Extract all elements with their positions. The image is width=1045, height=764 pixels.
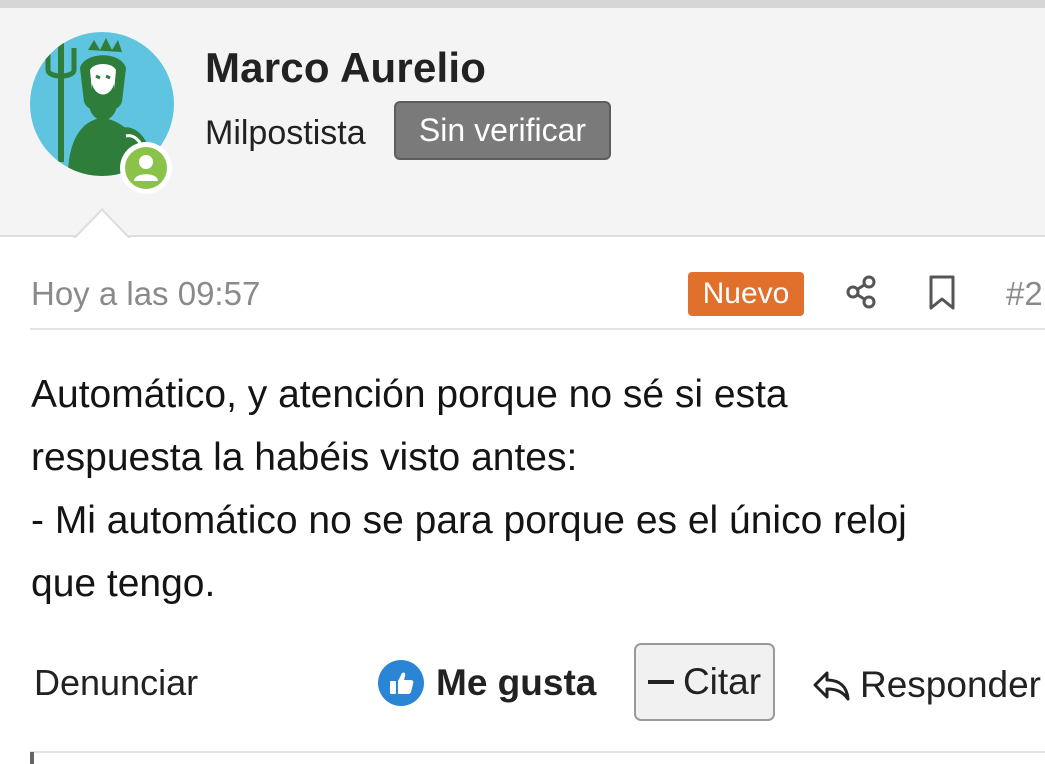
unverified-badge: Sin verificar [394, 101, 611, 160]
quote-label: Citar [682, 661, 762, 702]
like-label: Me gusta [436, 662, 597, 703]
bottom-divider [30, 751, 1045, 753]
post-body-text: Automático, y atención porque no sé si e… [31, 373, 907, 605]
user-title: Milpostista [205, 114, 366, 152]
next-post-edge [30, 752, 34, 764]
reply-icon [813, 671, 850, 701]
user-status-icon [134, 155, 158, 181]
share-icon[interactable] [842, 270, 882, 314]
report-button[interactable]: Denunciar [34, 662, 198, 704]
post-number-link[interactable]: #2 [1006, 275, 1043, 313]
username-link[interactable]: Marco Aurelio [205, 44, 486, 92]
thumbs-up-icon [378, 660, 424, 706]
post-date-link[interactable]: Hoy a las 09:57 [31, 275, 260, 313]
user-avatar[interactable] [30, 32, 174, 194]
bookmark-icon[interactable] [922, 270, 962, 314]
top-divider-strip [0, 0, 1045, 8]
meta-divider [30, 328, 1045, 330]
reply-button[interactable]: Responder [810, 660, 1041, 710]
post-meta-bar: Hoy a las 09:57 [0, 238, 1045, 330]
quote-button[interactable]: Citar [634, 643, 775, 721]
user-header-pointer [73, 208, 131, 239]
reply-label: Responder [860, 664, 1042, 705]
new-post-badge: Nuevo [688, 272, 804, 316]
online-status-badge [120, 142, 172, 194]
like-button[interactable]: Me gusta [378, 658, 596, 708]
minus-icon [647, 680, 674, 684]
